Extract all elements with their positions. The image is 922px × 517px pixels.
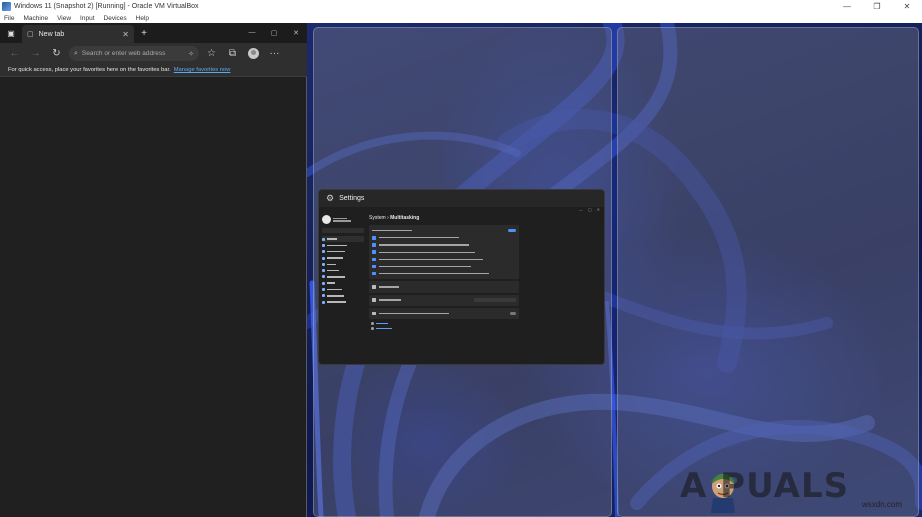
menu-devices[interactable]: Devices <box>104 15 127 22</box>
vbox-titlebar: Windows 11 (Snapshot 2) [Running] - Orac… <box>0 0 922 13</box>
settings-titlebar: ⚙ Settings <box>319 190 604 207</box>
breadcrumb-separator: › <box>387 215 389 221</box>
give-feedback-link <box>371 326 519 331</box>
snap-toggle <box>508 228 516 233</box>
desktops-card <box>369 281 519 293</box>
menu-help[interactable]: Help <box>136 15 149 22</box>
edge-browser-window[interactable]: ▣ ▢ New tab ✕ + — ▢ ✕ ← → ↻ ⌕ Search or … <box>0 23 307 517</box>
tab-title: New tab <box>38 30 65 38</box>
favorites-star-button[interactable]: ☆ <box>201 46 222 62</box>
manage-favorites-link[interactable]: Manage favorites now <box>174 67 231 73</box>
tab-close-icon[interactable]: ✕ <box>122 30 129 39</box>
settings-user <box>322 215 364 224</box>
alt-tab-card <box>369 294 519 306</box>
site-watermark: wsxdn.com <box>862 500 903 509</box>
settings-main: System › Multitasking <box>369 215 519 331</box>
settings-thumbnail: — ▢ ✕ System › Multitasking <box>319 207 604 364</box>
minimize-button[interactable]: — <box>832 2 862 11</box>
menu-machine[interactable]: Machine <box>23 15 48 22</box>
virtualbox-icon <box>2 2 11 11</box>
edge-tabbar: ▣ ▢ New tab ✕ + — ▢ ✕ <box>0 23 307 43</box>
settings-window-preview[interactable]: ⚙ Settings — ▢ ✕ System › Multitasking <box>318 189 605 365</box>
menu-input[interactable]: Input <box>80 15 94 22</box>
favorites-bar: For quick access, place your favorites h… <box>0 64 307 77</box>
close-button[interactable]: ✕ <box>892 2 922 11</box>
forward-button[interactable]: → <box>25 46 46 62</box>
gear-icon: ⚙ <box>326 193 335 203</box>
menu-view[interactable]: View <box>57 15 71 22</box>
tab-actions-icon[interactable]: ▣ <box>0 23 22 43</box>
settings-search <box>322 228 364 233</box>
profile-button[interactable] <box>243 46 264 62</box>
more-options-button[interactable]: ··· <box>264 46 285 62</box>
address-bar[interactable]: ⌕ Search or enter web address ✧ <box>69 46 199 61</box>
settings-inner-controls: — ▢ ✕ <box>578 207 600 212</box>
vbox-window-title: Windows 11 (Snapshot 2) [Running] - Orac… <box>14 3 199 10</box>
edge-close-button[interactable]: ✕ <box>285 29 307 37</box>
edge-maximize-button[interactable]: ▢ <box>263 29 285 37</box>
avatar <box>248 48 259 59</box>
settings-breadcrumb: System › Multitasking <box>369 215 519 221</box>
address-placeholder: Search or enter web address <box>81 50 166 57</box>
tab-new-tab[interactable]: ▢ New tab ✕ <box>22 25 134 43</box>
edge-minimize-button[interactable]: — <box>241 29 263 37</box>
settings-sidebar <box>322 215 364 305</box>
menu-file[interactable]: File <box>4 15 14 22</box>
search-icon: ⌕ <box>74 49 78 57</box>
nav-item <box>322 299 364 305</box>
snap-zone-right <box>617 27 919 517</box>
edge-window-controls: — ▢ ✕ <box>241 29 307 37</box>
refresh-button[interactable]: ↻ <box>46 46 67 62</box>
appuals-watermark: A PUALS <box>680 466 850 506</box>
vbox-menubar: File Machine View Input Devices Help <box>0 13 922 23</box>
vm-screen[interactable]: ▣ ▢ New tab ✕ + — ▢ ✕ ← → ↻ ⌕ Search or … <box>0 23 922 517</box>
snap-windows-card <box>369 225 519 280</box>
settings-title: Settings <box>339 195 365 202</box>
edge-toolbar: ← → ↻ ⌕ Search or enter web address ✧ ☆ … <box>0 43 307 64</box>
vbox-window-controls: — ❐ ✕ <box>832 2 922 11</box>
breadcrumb-current: Multitasking <box>390 215 420 221</box>
page-icon: ▢ <box>27 31 34 38</box>
user-avatar <box>322 215 331 224</box>
back-button[interactable]: ← <box>4 46 25 62</box>
read-aloud-icon[interactable]: ✧ <box>188 50 194 58</box>
breadcrumb-parent: System <box>369 215 386 221</box>
favorites-message: For quick access, place your favorites h… <box>8 67 171 73</box>
collections-button[interactable]: ⧉ <box>222 46 243 62</box>
title-bar-shake-card <box>369 307 519 319</box>
new-tab-button[interactable]: + <box>136 28 152 39</box>
restore-button[interactable]: ❐ <box>862 2 892 11</box>
